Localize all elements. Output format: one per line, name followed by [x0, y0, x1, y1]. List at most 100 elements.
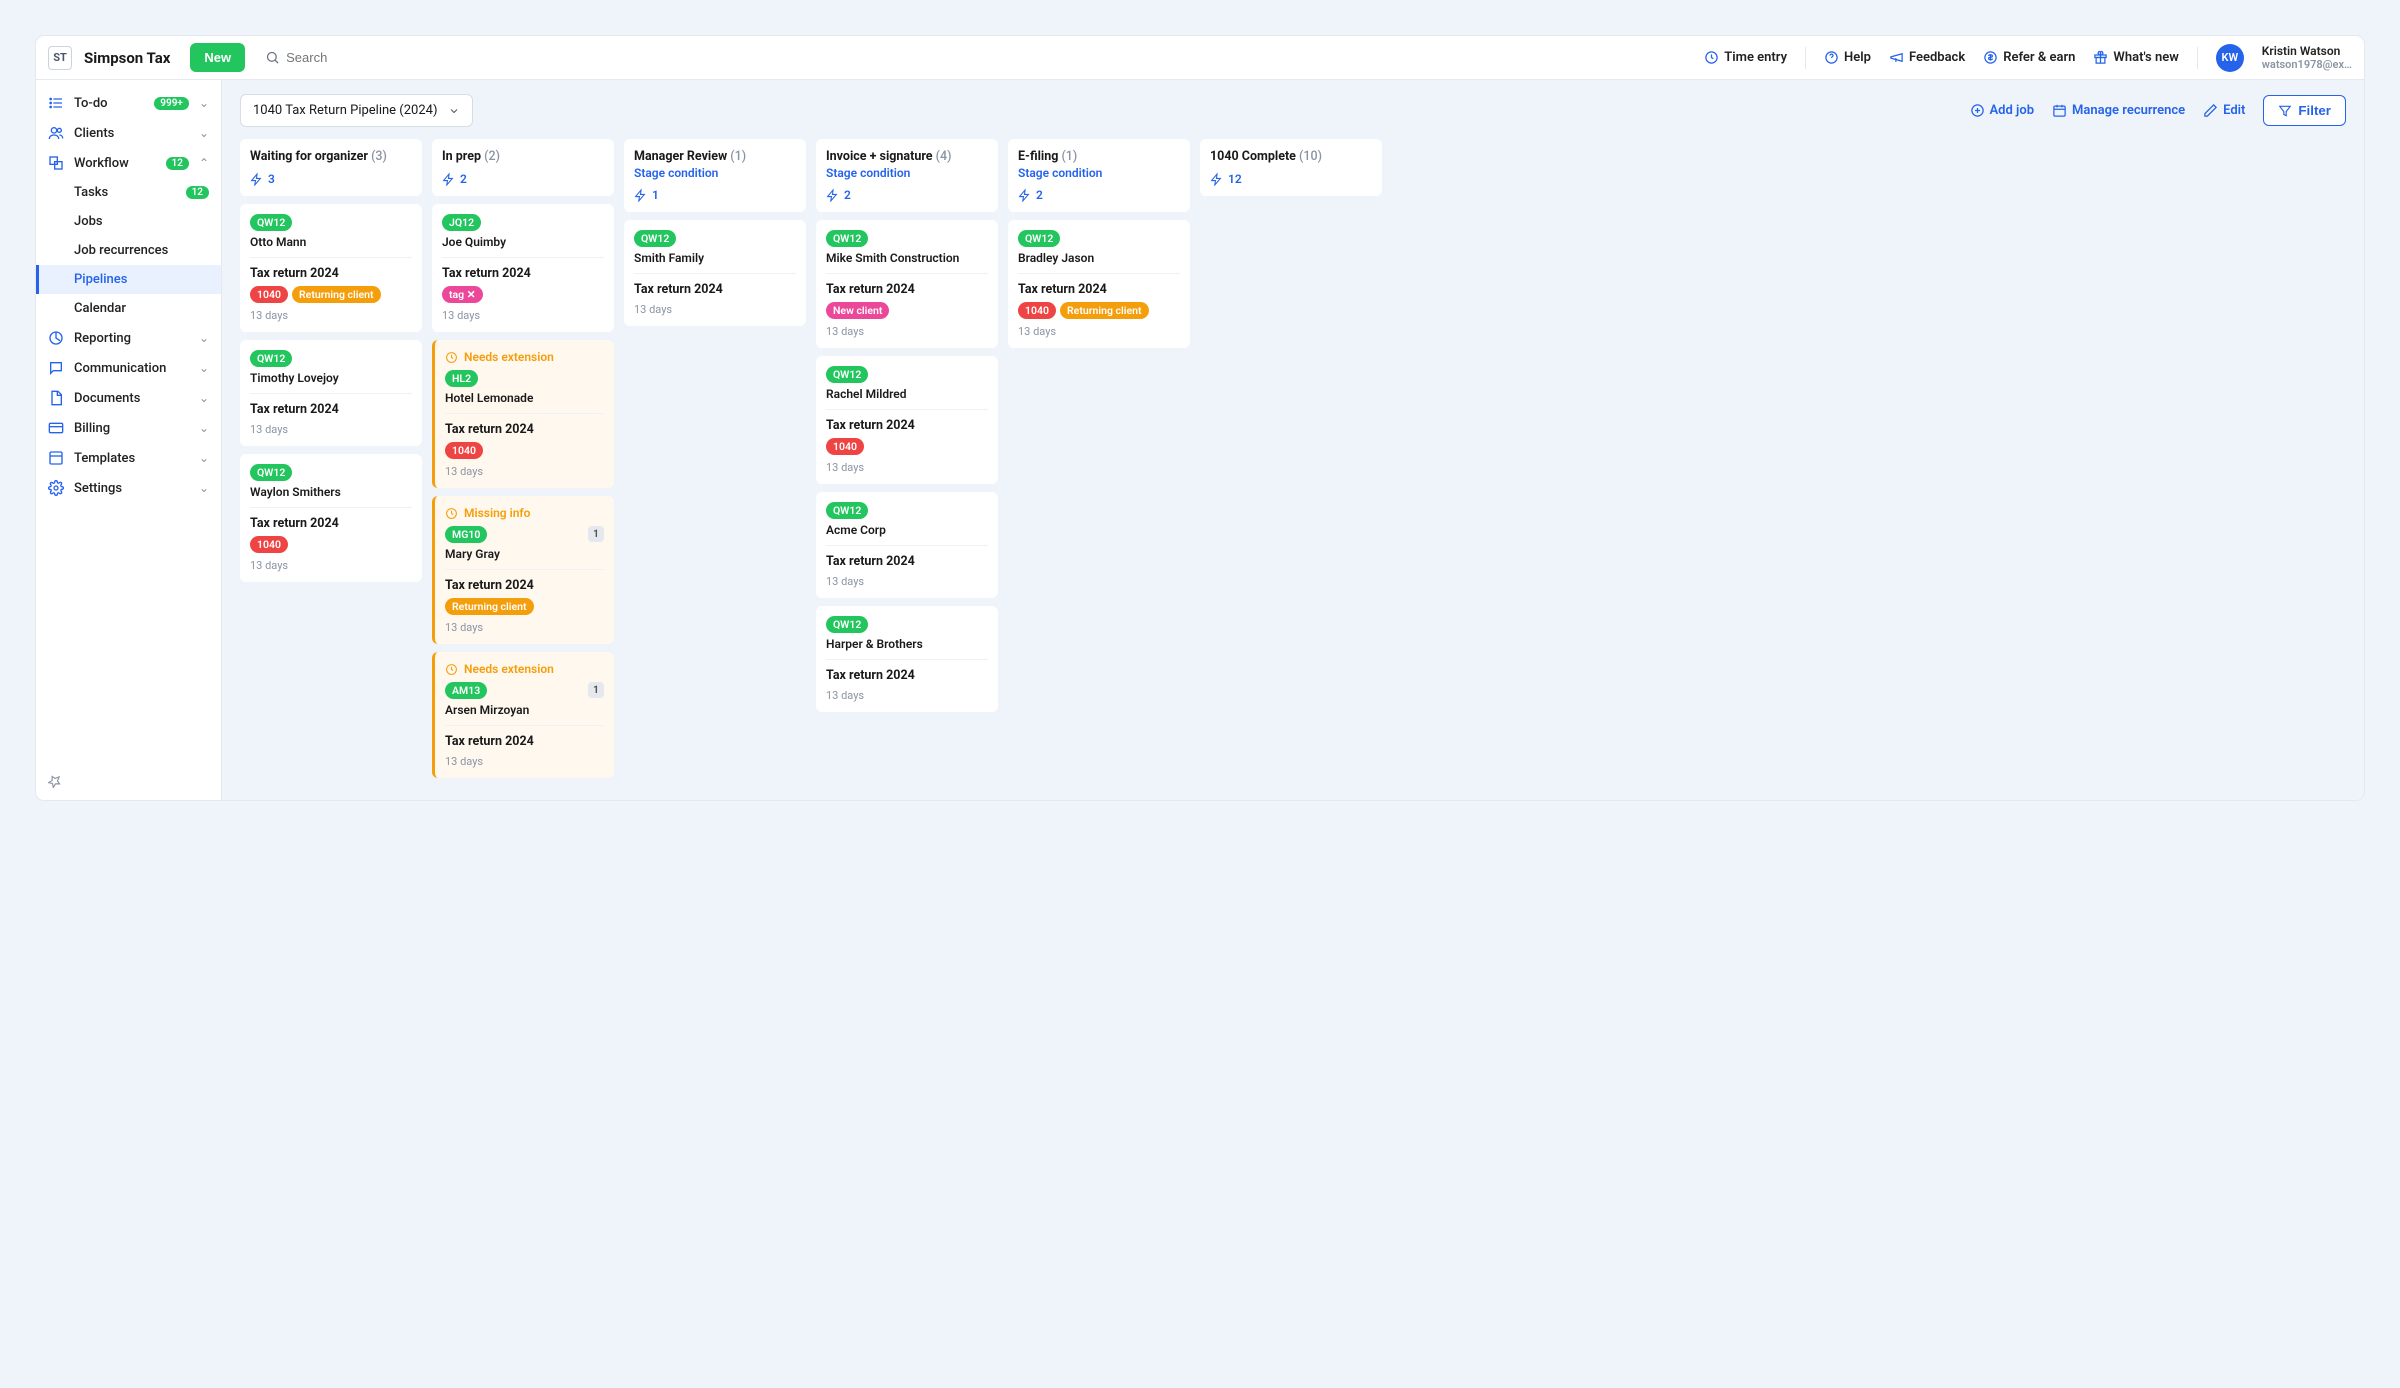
chevron-down-icon: ⌄: [199, 126, 209, 140]
clock-icon: [1704, 50, 1719, 65]
dollar-icon: [1983, 50, 1998, 65]
column-header: E-filing (1) Stage condition 2: [1008, 139, 1190, 212]
automation-count[interactable]: 12: [1210, 172, 1372, 186]
column-header: In prep (2) 2: [432, 139, 614, 196]
job-title: Tax return 2024: [445, 734, 604, 749]
nav-tasks[interactable]: Tasks 12: [36, 178, 221, 207]
job-card[interactable]: Needs extension AM13 1 Arsen Mirzoyan Ta…: [432, 652, 614, 778]
column-title: 1040 Complete (10): [1210, 149, 1372, 164]
tag: 1040: [250, 286, 288, 303]
client-name: Acme Corp: [826, 523, 988, 537]
client-name: Mary Gray: [445, 547, 604, 561]
refer-link[interactable]: Refer & earn: [1983, 50, 2075, 65]
manage-recurrence-button[interactable]: Manage recurrence: [2052, 103, 2185, 118]
job-card[interactable]: QW12 Rachel Mildred Tax return 2024 1040…: [816, 356, 998, 484]
nav-todo[interactable]: To-do 999+ ⌄: [36, 88, 221, 118]
plus-circle-icon: [1970, 103, 1985, 118]
job-card[interactable]: QW12 Acme Corp Tax return 2024 13 days: [816, 492, 998, 598]
remove-tag-icon[interactable]: ✕: [467, 288, 476, 301]
chevron-up-icon: ⌃: [199, 156, 209, 170]
feedback-link[interactable]: Feedback: [1889, 50, 1965, 65]
pin-icon: [48, 774, 62, 788]
time-entry-link[interactable]: Time entry: [1704, 50, 1787, 65]
user-name: Kristin Watson: [2262, 44, 2352, 58]
column-title: In prep (2): [442, 149, 604, 164]
days-label: 13 days: [445, 465, 604, 478]
new-button[interactable]: New: [190, 43, 245, 72]
automation-count[interactable]: 2: [442, 172, 604, 186]
nav-templates[interactable]: Templates ⌄: [36, 443, 221, 473]
nav-workflow[interactable]: Workflow 12 ⌃: [36, 148, 221, 178]
column-header: Waiting for organizer (3) 3: [240, 139, 422, 196]
job-card[interactable]: Missing info MG10 1 Mary Gray Tax return…: [432, 496, 614, 644]
column-title: E-filing (1): [1018, 149, 1180, 164]
column-complete: 1040 Complete (10) 12: [1200, 139, 1382, 786]
main-content: 1040 Tax Return Pipeline (2024) Add job …: [222, 80, 2364, 800]
client-code-pill: QW12: [250, 464, 292, 481]
days-label: 13 days: [1018, 325, 1180, 338]
pencil-icon: [2203, 103, 2218, 118]
client-name: Harper & Brothers: [826, 637, 988, 651]
nav-pipelines[interactable]: Pipelines: [36, 265, 221, 294]
client-code-pill: QW12: [826, 366, 868, 383]
nav-documents[interactable]: Documents ⌄: [36, 383, 221, 413]
nav-reporting[interactable]: Reporting ⌄: [36, 323, 221, 353]
days-label: 13 days: [826, 325, 988, 338]
automation-count[interactable]: 3: [250, 172, 412, 186]
automation-count[interactable]: 1: [634, 188, 796, 202]
whats-new-link[interactable]: What's new: [2093, 50, 2178, 65]
nav-calendar[interactable]: Calendar: [36, 294, 221, 323]
automation-count[interactable]: 2: [826, 188, 988, 202]
job-card[interactable]: JQ12 Joe Quimby Tax return 2024 tag ✕ 13…: [432, 204, 614, 332]
client-code-pill: QW12: [250, 214, 292, 231]
search-wrap: [265, 50, 1692, 65]
job-title: Tax return 2024: [250, 516, 412, 531]
job-card[interactable]: QW12 Otto Mann Tax return 2024 1040Retur…: [240, 204, 422, 332]
stage-condition-link[interactable]: Stage condition: [1018, 166, 1180, 180]
job-title: Tax return 2024: [442, 266, 604, 281]
edit-button[interactable]: Edit: [2203, 103, 2245, 118]
layers-icon: [48, 155, 64, 171]
automation-count[interactable]: 2: [1018, 188, 1180, 202]
nav-jobs[interactable]: Jobs: [36, 207, 221, 236]
stage-condition-link[interactable]: Stage condition: [634, 166, 796, 180]
client-code-pill: QW12: [826, 616, 868, 633]
kanban-board: Waiting for organizer (3) 3 QW12 Otto Ma…: [240, 139, 2346, 786]
search-input[interactable]: [286, 50, 466, 65]
avatar[interactable]: KW: [2216, 44, 2244, 72]
column-manager: Manager Review (1) Stage condition 1 QW1…: [624, 139, 806, 786]
job-card[interactable]: QW12 Waylon Smithers Tax return 2024 104…: [240, 454, 422, 582]
nav-clients[interactable]: Clients ⌄: [36, 118, 221, 148]
card-count-badge: 1: [588, 526, 604, 542]
nav-job-recurrences[interactable]: Job recurrences: [36, 236, 221, 265]
job-card[interactable]: QW12 Bradley Jason Tax return 2024 1040R…: [1008, 220, 1190, 348]
column-title: Manager Review (1): [634, 149, 796, 164]
job-card[interactable]: QW12 Harper & Brothers Tax return 2024 1…: [816, 606, 998, 712]
job-title: Tax return 2024: [250, 402, 412, 417]
nav-settings[interactable]: Settings ⌄: [36, 473, 221, 503]
pipeline-selector[interactable]: 1040 Tax Return Pipeline (2024): [240, 94, 473, 127]
add-job-button[interactable]: Add job: [1970, 103, 2035, 118]
job-card[interactable]: QW12 Mike Smith Construction Tax return …: [816, 220, 998, 348]
job-card[interactable]: Needs extension HL2 Hotel Lemonade Tax r…: [432, 340, 614, 488]
client-code-pill: QW12: [634, 230, 676, 247]
help-link[interactable]: Help: [1824, 50, 1871, 65]
alert-label: Needs extension: [445, 662, 604, 676]
job-card[interactable]: QW12 Timothy Lovejoy Tax return 2024 13 …: [240, 340, 422, 446]
client-name: Mike Smith Construction: [826, 251, 988, 265]
days-label: 13 days: [826, 689, 988, 702]
nav-communication[interactable]: Communication ⌄: [36, 353, 221, 383]
pin-toggle[interactable]: [48, 774, 62, 792]
tag: New client: [826, 302, 889, 319]
job-title: Tax return 2024: [1018, 282, 1180, 297]
job-title: Tax return 2024: [826, 418, 988, 433]
stage-condition-link[interactable]: Stage condition: [826, 166, 988, 180]
client-name: Smith Family: [634, 251, 796, 265]
nav-billing[interactable]: Billing ⌄: [36, 413, 221, 443]
filter-button[interactable]: Filter: [2263, 95, 2346, 126]
client-name: Otto Mann: [250, 235, 412, 249]
todo-badge: 999+: [154, 97, 189, 110]
tag: 1040: [250, 536, 288, 553]
help-icon: [1824, 50, 1839, 65]
job-card[interactable]: QW12 Smith Family Tax return 2024 13 day…: [624, 220, 806, 326]
